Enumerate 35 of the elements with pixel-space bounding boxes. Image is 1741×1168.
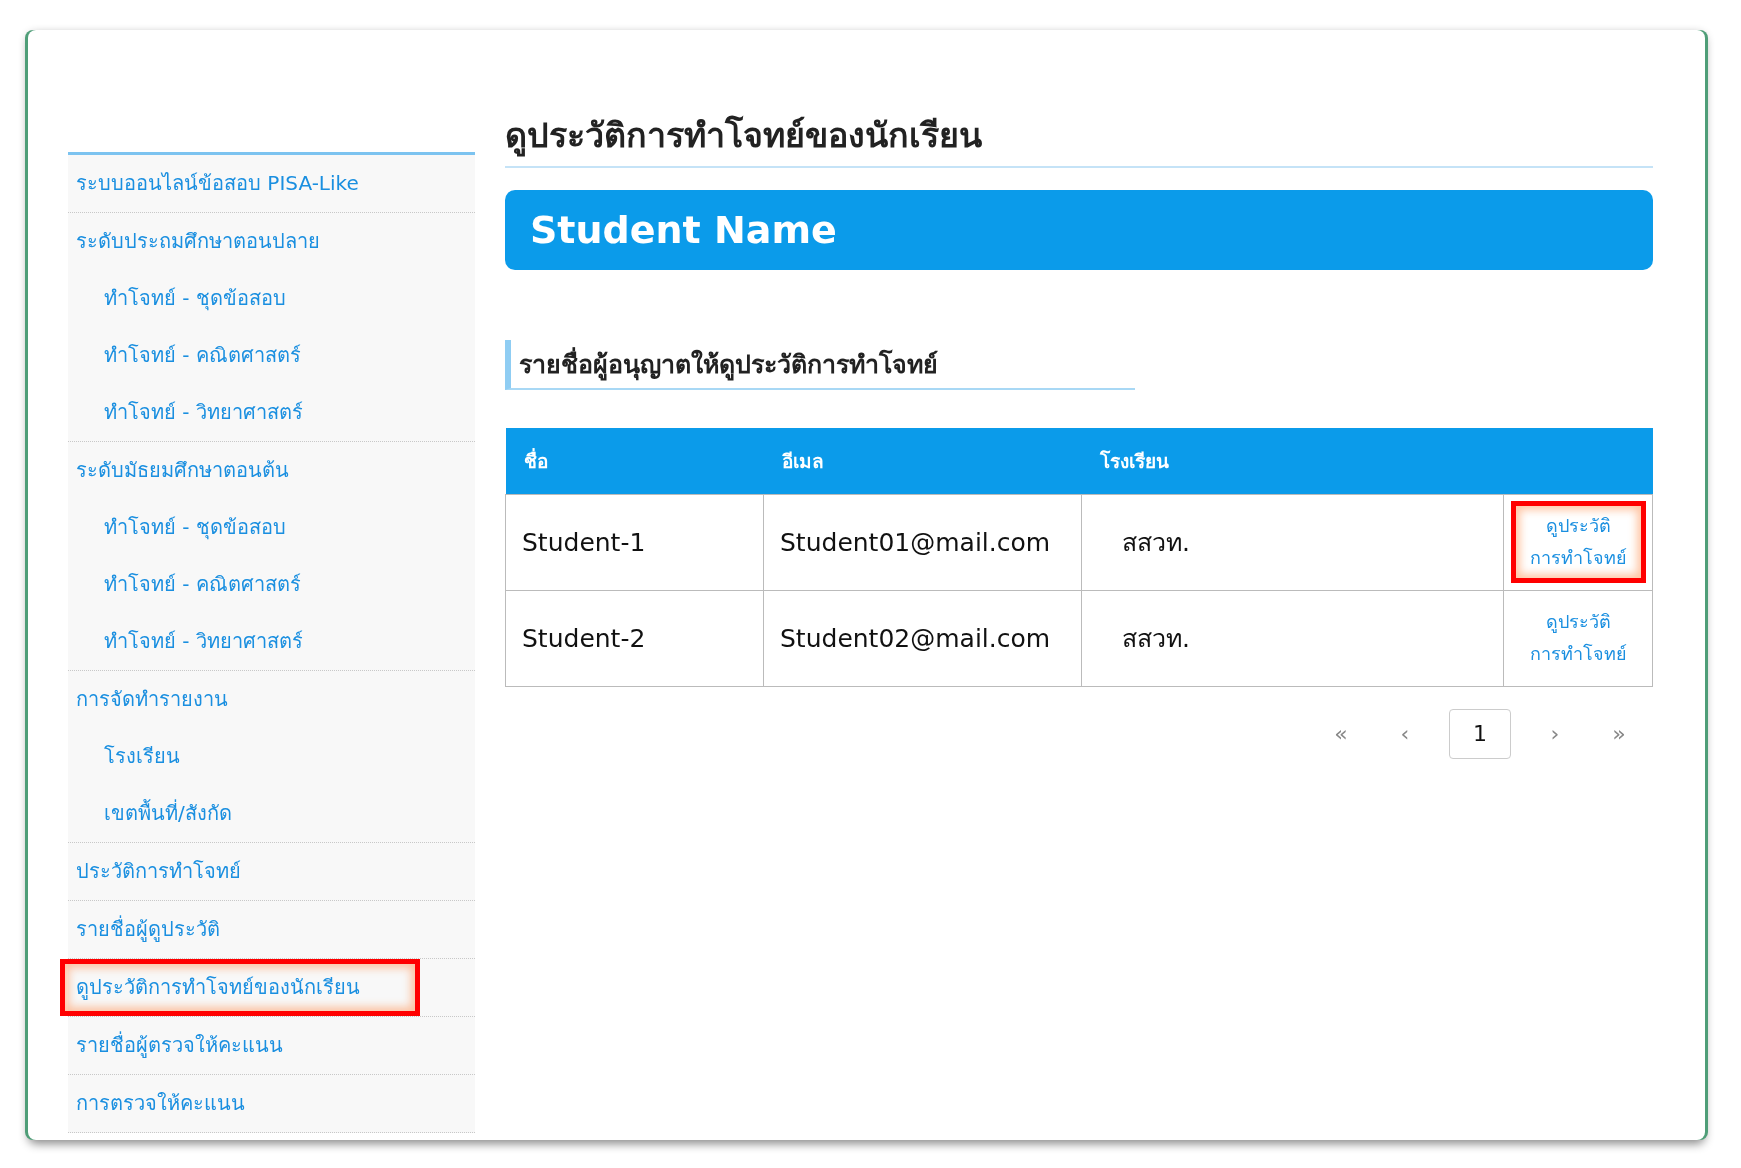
table-cell: สสวท.	[1081, 494, 1504, 590]
table-cell: Student02@mail.com	[763, 590, 1082, 686]
first-page-button[interactable]: «	[1321, 708, 1361, 759]
sidebar-item[interactable]: รายชื่อผู้ดูประวัติ	[68, 901, 475, 958]
sidebar-subitem[interactable]: เขตพื้นที่/สังกัด	[68, 785, 475, 842]
sidebar-subitem[interactable]: ทำโจทย์ - ชุดข้อสอบ	[68, 499, 475, 556]
sidebar-item[interactable]: ระดับประถมศึกษาตอนปลาย	[68, 213, 475, 270]
last-page-button[interactable]: »	[1599, 708, 1639, 759]
page-title: ดูประวัติการทำโจทย์ของนักเรียน	[505, 108, 1653, 168]
sidebar-item[interactable]: รายชื่อผู้ตรวจให้คะแนน	[68, 1017, 475, 1074]
column-header: ชื่อ	[505, 428, 764, 494]
student-name-banner: Student Name	[505, 190, 1653, 270]
page-button[interactable]: 1	[1449, 708, 1511, 759]
sidebar-subitem[interactable]: ทำโจทย์ - วิทยาศาสตร์	[68, 384, 475, 441]
sidebar-item[interactable]: ดูประวัติการทำโจทย์ของนักเรียน	[60, 959, 420, 1016]
sidebar-subitem[interactable]: ทำโจทย์ - คณิตศาสตร์	[68, 556, 475, 613]
table-cell: Student-1	[505, 494, 764, 590]
sidebar-subitem[interactable]: ทำโจทย์ - ชุดข้อสอบ	[68, 270, 475, 327]
sidebar-item[interactable]: การตรวจให้คะแนน	[68, 1075, 475, 1132]
sidebar-item[interactable]: การจัดทำรายงาน	[68, 671, 475, 728]
column-header: อีเมล	[763, 428, 1082, 494]
section-title: รายชื่อผู้อนุญาตให้ดูประวัติการทำโจทย์	[505, 340, 1135, 390]
sidebar-subitem[interactable]: โรงเรียน	[68, 728, 475, 785]
table-cell: Student01@mail.com	[763, 494, 1082, 590]
sidebar-item[interactable]: ประวัติการทำโจทย์	[68, 843, 475, 900]
sidebar-subitem[interactable]: ทำโจทย์ - คณิตศาสตร์	[68, 327, 475, 384]
table-cell: Student-2	[505, 590, 764, 686]
previous-page-button[interactable]: ‹	[1385, 708, 1425, 759]
sidebar-item[interactable]: ระดับมัธยมศึกษาตอนต้น	[68, 442, 475, 499]
column-header: โรงเรียน	[1081, 428, 1504, 494]
table-cell: สสวท.	[1081, 590, 1504, 686]
view-history-link[interactable]: ดูประวัติ การทำโจทย์	[1510, 501, 1646, 583]
sidebar-subitem[interactable]: ทำโจทย์ - วิทยาศาสตร์	[68, 613, 475, 670]
sidebar-item[interactable]: ระบบออนไลน์ข้อสอบ PISA-Like	[68, 155, 475, 212]
next-page-button[interactable]: ›	[1535, 708, 1575, 759]
